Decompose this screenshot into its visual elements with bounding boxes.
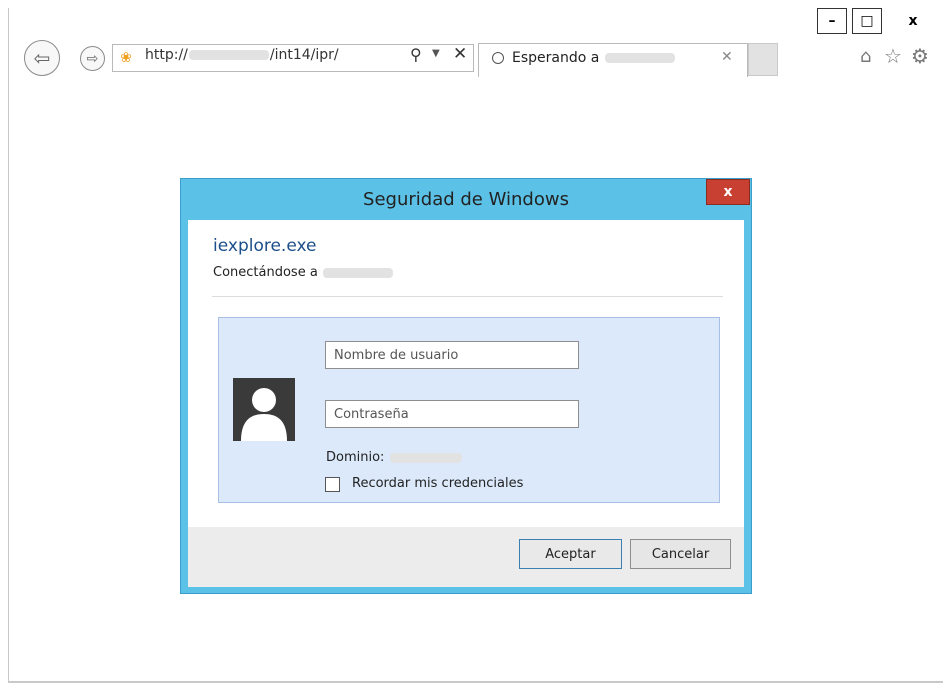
site-favicon-icon: ❀ xyxy=(120,50,132,66)
dialog-close-button[interactable]: x xyxy=(706,179,750,205)
back-button[interactable]: ⇦ xyxy=(24,40,60,76)
divider xyxy=(212,296,723,297)
maximize-button[interactable]: □ xyxy=(852,8,882,34)
window-border-left xyxy=(8,8,9,683)
tab-title: Esperando a xyxy=(512,50,676,66)
connecting-label: Conectándose a xyxy=(213,265,318,280)
remember-label[interactable]: Recordar mis credenciales xyxy=(352,476,523,491)
stop-icon[interactable]: ✕ xyxy=(453,44,467,64)
redacted-domain xyxy=(389,452,462,463)
address-url-prefix: http:// xyxy=(145,47,188,63)
redacted-host xyxy=(322,267,393,278)
search-icon[interactable]: ⚲ xyxy=(410,45,422,64)
home-icon[interactable]: ⌂ xyxy=(860,46,871,67)
address-url[interactable]: http:// /int14/ipr/ xyxy=(145,47,339,63)
star-icon[interactable]: ☆ xyxy=(884,44,902,68)
password-input[interactable] xyxy=(325,400,579,428)
close-window-button[interactable]: x xyxy=(891,8,935,34)
connecting-text: Conectándose a xyxy=(213,265,394,280)
forward-button[interactable]: ⇨ xyxy=(80,46,105,71)
cancel-button[interactable]: Cancelar xyxy=(630,539,731,569)
minimize-button[interactable]: – xyxy=(817,8,847,34)
forward-arrow-icon: ⇨ xyxy=(86,50,99,67)
redacted-host xyxy=(188,50,269,60)
domain-label: Dominio: xyxy=(326,450,385,465)
app-name: iexplore.exe xyxy=(213,236,317,256)
dialog-title: Seguridad de Windows xyxy=(363,189,569,210)
chevron-down-icon[interactable]: ▼ xyxy=(432,48,440,59)
remember-checkbox[interactable] xyxy=(325,477,340,492)
tab-title-text: Esperando a xyxy=(512,50,600,66)
username-input[interactable] xyxy=(325,341,579,369)
ok-button[interactable]: Aceptar xyxy=(519,539,622,569)
address-url-path: /int14/ipr/ xyxy=(269,47,339,63)
new-tab-button[interactable] xyxy=(748,43,778,76)
back-arrow-icon: ⇦ xyxy=(33,46,51,70)
gear-icon[interactable]: ⚙ xyxy=(911,44,929,68)
user-avatar-icon xyxy=(233,378,295,441)
domain-text: Dominio: xyxy=(326,450,463,465)
redacted-host xyxy=(604,53,675,63)
tab-close-icon[interactable]: ✕ xyxy=(721,49,733,65)
loading-icon xyxy=(492,52,504,64)
